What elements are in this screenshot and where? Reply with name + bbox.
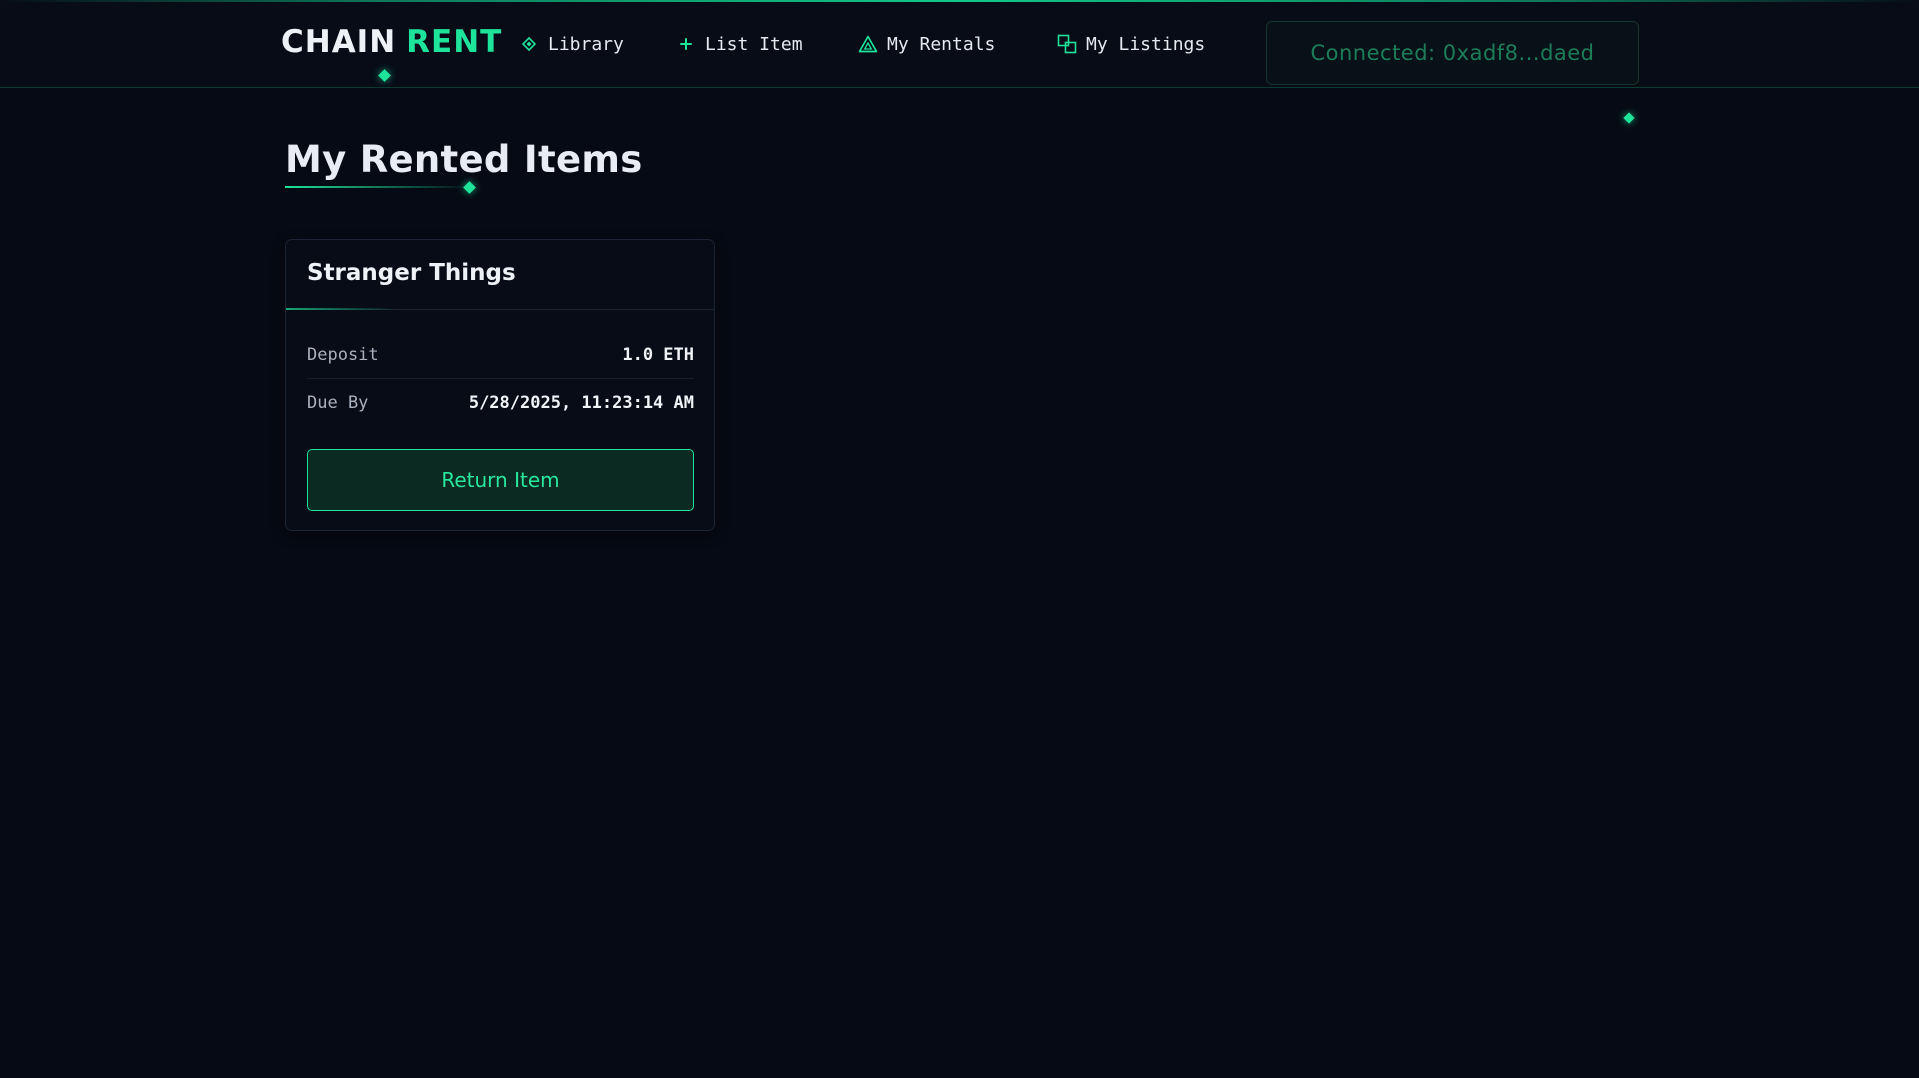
triangle-icon	[858, 34, 878, 54]
row-divider	[307, 378, 694, 379]
return-item-button[interactable]: Return Item	[307, 449, 694, 511]
nav-my-listings-label: My Listings	[1086, 33, 1206, 55]
title-underline	[285, 186, 465, 188]
due-by-value: 5/28/2025, 11:23:14 AM	[468, 393, 694, 413]
deposit-value: 1.0 ETH	[622, 345, 694, 365]
nav-my-rentals[interactable]: My Rentals	[858, 30, 995, 58]
app-logo[interactable]: CHAIN RENT	[281, 24, 502, 60]
nav-library[interactable]: Library	[519, 30, 624, 58]
nav-list-item[interactable]: List Item	[676, 30, 803, 58]
nav-list-item-label: List Item	[705, 33, 803, 55]
plus-icon	[676, 34, 696, 54]
diamond-icon	[519, 34, 539, 54]
page-title: My Rented Items	[285, 138, 643, 181]
rental-item-title: Stranger Things	[307, 260, 516, 286]
nav-my-listings[interactable]: My Listings	[1057, 30, 1205, 58]
nav-my-rentals-label: My Rentals	[887, 33, 996, 55]
nav-library-label: Library	[548, 33, 624, 55]
deposit-label: Deposit	[307, 345, 379, 365]
decorative-diamond-icon	[1623, 112, 1635, 124]
logo-word-rent: RENT	[406, 24, 503, 60]
deposit-row: Deposit 1.0 ETH	[307, 342, 694, 368]
header-accent-line	[0, 0, 1919, 2]
logo-word-chain: CHAIN	[281, 24, 397, 60]
due-by-label: Due By	[307, 393, 369, 413]
title-diamond-icon	[463, 181, 476, 194]
card-divider-accent	[286, 308, 396, 310]
logo-diamond-icon	[378, 69, 391, 82]
stacked-squares-icon	[1057, 34, 1077, 54]
due-by-row: Due By 5/28/2025, 11:23:14 AM	[307, 390, 694, 416]
rental-card: Stranger Things Deposit 1.0 ETH Due By 5…	[285, 239, 715, 531]
top-navigation-bar: CHAIN RENT Library List Item My Rentals M…	[0, 0, 1919, 88]
wallet-connected-status[interactable]: Connected: 0xadf8...daed	[1266, 21, 1639, 85]
